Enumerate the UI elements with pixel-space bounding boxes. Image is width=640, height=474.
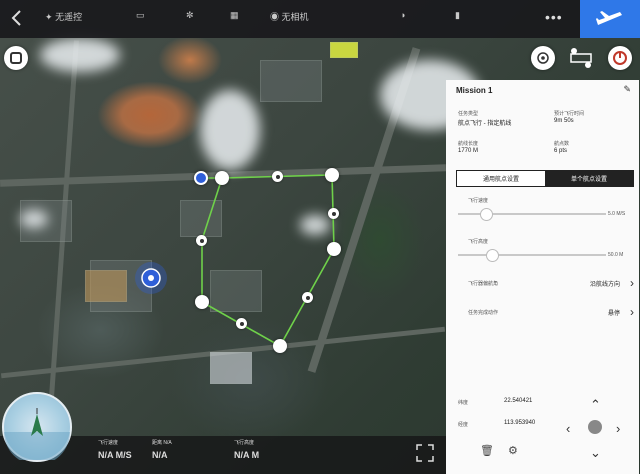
attitude-indicator[interactable] bbox=[2, 392, 72, 462]
stop-mission-button[interactable] bbox=[608, 46, 632, 70]
action-value: 悬停 bbox=[607, 311, 620, 317]
camera-status: ◉ 无相机 bbox=[270, 10, 309, 23]
speed-label: 飞行速度 bbox=[98, 440, 119, 446]
speed-value: 5.0 M/S bbox=[608, 211, 626, 217]
top-status-bar: ✦ 无遥控 ▭ ✼ ▦ ◉ 无相机 ◑ ▮ ••• bbox=[0, 0, 640, 38]
route-length-value: 1770 M bbox=[458, 148, 479, 154]
rc-icon: ✦ bbox=[45, 12, 53, 22]
mission-panel: Mission 1 ✎ 任务类型 航点飞行 - 指定航线 预计飞行时间 9m 5… bbox=[446, 80, 639, 474]
chevron-right-icon[interactable]: › bbox=[616, 422, 620, 435]
battery-icon: ▮ bbox=[455, 10, 460, 20]
more-button[interactable]: ••• bbox=[545, 9, 563, 25]
speed-slider-knob[interactable] bbox=[479, 208, 493, 221]
camera-status-label: 无相机 bbox=[281, 12, 309, 22]
chevron-down-icon[interactable]: ⌄ bbox=[590, 446, 601, 459]
trash-icon[interactable]: 🗑 bbox=[480, 444, 494, 457]
altitude-label: 飞行高度 bbox=[234, 440, 255, 446]
distance-label: 距离 N/A bbox=[152, 440, 172, 446]
waypoint-midpoint[interactable] bbox=[328, 208, 339, 219]
task-type-value: 航点飞行 - 指定航线 bbox=[458, 121, 512, 127]
distance-value: N/A bbox=[152, 450, 168, 460]
power-icon bbox=[613, 51, 627, 65]
waypoints-label: 航点数 bbox=[554, 141, 570, 147]
home-point-marker[interactable] bbox=[194, 171, 208, 185]
waypoint-marker[interactable] bbox=[325, 168, 339, 182]
waypoint-marker[interactable] bbox=[215, 171, 229, 185]
lat-label: 纬度 bbox=[458, 400, 469, 406]
waypoint-midpoint[interactable] bbox=[302, 292, 313, 303]
takeoff-icon bbox=[596, 11, 622, 25]
chevron-up-icon[interactable]: ⌃ bbox=[590, 398, 601, 411]
pencil-icon[interactable]: ✎ bbox=[623, 84, 631, 95]
altitude-value: N/A M bbox=[234, 450, 260, 460]
route-line bbox=[201, 174, 335, 348]
route-icon[interactable] bbox=[568, 46, 594, 70]
lng-value: 113.953940 bbox=[504, 420, 536, 426]
chevron-left-icon[interactable]: ‹ bbox=[566, 422, 570, 435]
altitude-slider[interactable] bbox=[458, 249, 606, 262]
route-length-label: 航线长度 bbox=[458, 141, 479, 147]
settings-tabs: 通用航点设置 单个航点设置 bbox=[456, 170, 634, 187]
vision-icon: ◑ bbox=[400, 10, 406, 20]
waypoint-marker[interactable] bbox=[195, 295, 209, 309]
speed-value: N/A M/S bbox=[98, 450, 132, 460]
waypoint-nudge-center[interactable] bbox=[588, 420, 602, 434]
chevron-right-icon: › bbox=[630, 305, 634, 319]
flight-time-label: 预计飞行时间 bbox=[554, 111, 585, 117]
mission-title: Mission 1 bbox=[456, 86, 493, 95]
heading-value: 沿航线方向 bbox=[589, 282, 620, 288]
settings-icon[interactable]: ⚙ bbox=[508, 444, 518, 457]
camera-icon: ◉ bbox=[270, 12, 280, 22]
record-button[interactable] bbox=[4, 46, 28, 70]
tab-general[interactable]: 通用航点设置 bbox=[457, 171, 545, 186]
speed-label: 飞行速度 bbox=[468, 198, 489, 204]
rc-status: ✦ 无遥控 bbox=[45, 10, 82, 23]
waypoint-marker[interactable] bbox=[273, 339, 287, 353]
back-icon[interactable] bbox=[10, 9, 24, 32]
locate-icon bbox=[537, 52, 549, 64]
takeoff-button[interactable] bbox=[580, 0, 640, 38]
signal-icon: ✼ bbox=[186, 10, 194, 20]
aircraft-location-icon bbox=[134, 261, 168, 295]
heading-label: 飞行器偏航角 bbox=[468, 281, 499, 287]
altitude-label: 飞行高度 bbox=[468, 239, 489, 245]
action-label: 任务完成动作 bbox=[468, 310, 499, 316]
locate-button[interactable] bbox=[531, 46, 555, 70]
record-icon bbox=[10, 52, 22, 64]
lng-label: 经度 bbox=[458, 422, 469, 428]
chevron-right-icon: › bbox=[630, 276, 634, 290]
task-type-label: 任务类型 bbox=[458, 111, 479, 117]
rc-status-label: 无遥控 bbox=[55, 12, 83, 22]
waypoint-midpoint[interactable] bbox=[272, 171, 283, 182]
waypoint-midpoint[interactable] bbox=[236, 318, 247, 329]
hd-status-icon: ▭ bbox=[136, 10, 145, 20]
altitude-slider-knob[interactable] bbox=[485, 249, 499, 262]
tab-single[interactable]: 单个航点设置 bbox=[545, 171, 633, 186]
lat-value: 22.540421 bbox=[504, 398, 533, 404]
flight-time-value: 9m 50s bbox=[554, 118, 574, 124]
waypoints-value: 6 pts bbox=[554, 148, 568, 154]
gimbal-icon: ▦ bbox=[230, 10, 239, 20]
speed-slider[interactable] bbox=[458, 208, 606, 221]
fullscreen-icon[interactable] bbox=[416, 444, 434, 462]
waypoint-marker[interactable] bbox=[327, 242, 341, 256]
heading-row[interactable]: 飞行器偏航角 沿航线方向 › bbox=[456, 276, 634, 292]
altitude-value: 50.0 M bbox=[608, 252, 624, 258]
waypoint-midpoint[interactable] bbox=[196, 235, 207, 246]
finish-action-row[interactable]: 任务完成动作 悬停 › bbox=[456, 305, 634, 321]
